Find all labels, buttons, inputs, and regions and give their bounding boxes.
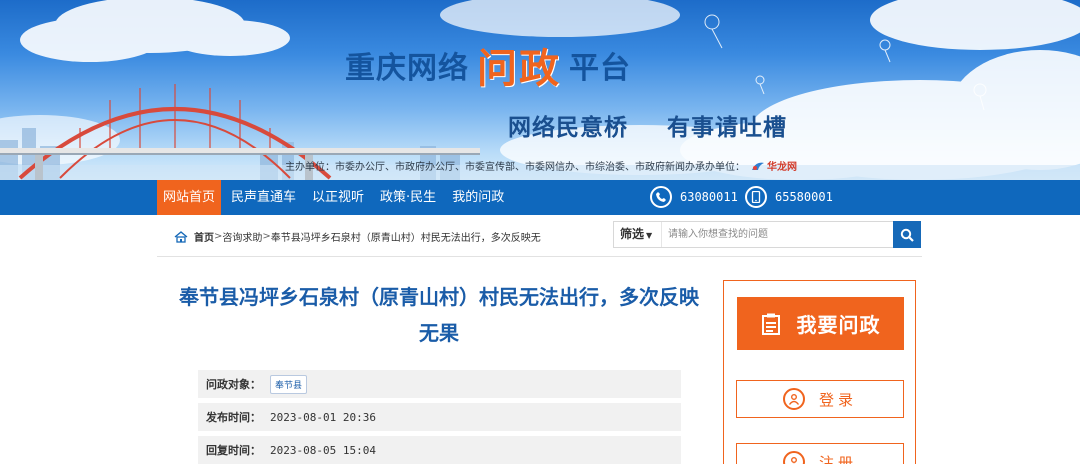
filter-dropdown[interactable]: 筛选 ▼ [614, 222, 662, 247]
meta-published-value: 2023-08-01 20:36 [270, 410, 376, 424]
nav-policy-livelihood[interactable]: 政策·民生 [374, 180, 442, 215]
hotline-2-number: 65580001 [775, 190, 833, 204]
phone-icon [650, 186, 672, 208]
post-detail: 奉节县冯坪乡石泉村（原青山村）村民无法出行，多次反映无果 问政对象： 奉节县 发… [157, 257, 712, 464]
meta-target-label: 问政对象： [206, 378, 261, 391]
hualong-logo-icon [751, 160, 765, 172]
search-input[interactable] [662, 222, 893, 247]
breadcrumb-home[interactable]: 首页 [194, 229, 214, 244]
slogan-2: 有事请吐槽 [667, 115, 787, 141]
site-title-highlight: 问政 [477, 46, 561, 92]
ask-question-button[interactable]: 我要问政 [737, 297, 904, 350]
site-title: 重庆网络 问政 平台 [345, 40, 631, 92]
register-label: 注册 [818, 453, 857, 464]
nav-voice-express[interactable]: 民声直通车 [225, 180, 302, 215]
cohost: 承办单位： 华龙网 [695, 158, 797, 173]
host-units: 主办单位：市委办公厅、市政府办公厅、市委宣传部、市委网信办、市综治委、市政府新闻… [285, 162, 695, 173]
nav-home[interactable]: 网站首页 [157, 180, 222, 215]
site-title-part3: 平台 [569, 51, 631, 86]
breadcrumb-section[interactable]: 咨询求助 [222, 229, 262, 244]
cohost-logo-text: 华龙网 [767, 162, 797, 173]
search-icon [900, 228, 914, 242]
meta-published: 发布时间： 2023-08-01 20:36 [198, 403, 681, 431]
breadcrumb-current: 奉节县冯坪乡石泉村（原青山村）村民无法出行，多次反映无 [270, 233, 541, 244]
login-button[interactable]: 登录 [736, 380, 904, 418]
main-nav: 网站首页 民声直通车 以正视听 政策·民生 我的问政 63080011 6558… [0, 180, 1080, 215]
user-icon [782, 388, 805, 410]
hotline-1-number: 63080011 [680, 190, 738, 204]
mobile-icon [745, 186, 767, 208]
sidebar: 我要问政 登录 注册 [723, 280, 916, 464]
meta-published-label: 发布时间： [206, 411, 261, 424]
search-button[interactable] [893, 221, 921, 248]
header-banner: 重庆网络 问政 平台 网络民意桥 有事请吐槽 主办单位：市委办公厅、市政府办公厅… [0, 0, 1080, 180]
meta-replied: 回复时间： 2023-08-05 15:04 [198, 436, 681, 464]
cohost-label: 承办单位： [695, 162, 745, 173]
home-icon [174, 230, 188, 243]
nav-clarify[interactable]: 以正视听 [306, 180, 370, 215]
search-box: 筛选 ▼ [613, 221, 921, 248]
slogan-1: 网络民意桥 [508, 115, 628, 141]
user-icon [782, 451, 805, 464]
meta-target: 问政对象： 奉节县 [198, 370, 681, 398]
site-title-part1: 重庆网络 [345, 51, 469, 86]
nav-items: 网站首页 民声直通车 以正视听 政策·民生 我的问政 [157, 180, 510, 215]
meta-replied-value: 2023-08-05 15:04 [270, 443, 376, 457]
caret-down-icon: ▼ [646, 231, 653, 240]
post-title: 奉节县冯坪乡石泉村（原青山村）村民无法出行，多次反映无果 [179, 285, 699, 345]
document-icon [761, 313, 781, 335]
hotline-1: 63080011 [650, 186, 738, 208]
login-label: 登录 [818, 390, 857, 409]
ask-question-label: 我要问政 [796, 313, 881, 337]
filter-label: 筛选 [620, 227, 645, 241]
register-button[interactable]: 注册 [736, 443, 904, 464]
hotline-2: 65580001 [745, 186, 833, 208]
nav-my-inquiries[interactable]: 我的问政 [446, 180, 510, 215]
breadcrumb: 首页 > 咨询求助 > 奉节县冯坪乡石泉村（原青山村）村民无法出行，多次反映无 [174, 229, 541, 244]
target-tag[interactable]: 奉节县 [270, 374, 308, 394]
breadcrumb-row: 首页 > 咨询求助 > 奉节县冯坪乡石泉村（原青山村）村民无法出行，多次反映无 … [157, 215, 922, 257]
meta-replied-label: 回复时间： [206, 444, 261, 457]
